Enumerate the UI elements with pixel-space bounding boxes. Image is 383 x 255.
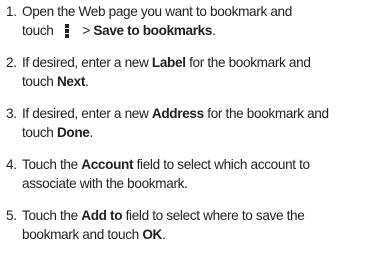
- step-text: If desired, enter a new Label for the bo…: [22, 55, 311, 70]
- ui-term: Account: [81, 157, 134, 172]
- step-text-line-2: associate with the bookmark.: [22, 176, 188, 191]
- step-number: 4.: [6, 157, 17, 172]
- step-text-line-2: touch Done.: [22, 125, 93, 140]
- instruction-list: 1. Open the Web page you want to bookmar…: [0, 0, 383, 255]
- ui-term: Address: [151, 106, 204, 121]
- ui-term: Done: [56, 125, 90, 140]
- step-text: Open the Web page you want to bookmark a…: [22, 4, 292, 19]
- step-number: 3.: [6, 106, 17, 121]
- ui-term: Next: [56, 74, 86, 89]
- step-text-line-2: touch Next.: [22, 74, 89, 89]
- menu-dots-icon: [61, 23, 75, 38]
- ui-term: OK: [142, 227, 163, 242]
- ui-term: Save to bookmarks: [93, 23, 213, 38]
- step-number: 5.: [6, 208, 17, 223]
- step-text-line-2: bookmark and touch OK.: [22, 227, 166, 242]
- ui-term: Label: [151, 55, 186, 70]
- step-text-line-2: touch > Save to bookmarks.: [22, 23, 216, 38]
- step-text: Touch the Account field to select which …: [22, 157, 310, 172]
- step-text: If desired, enter a new Address for the …: [22, 106, 329, 121]
- step-text: Touch the Add to field to select where t…: [22, 208, 305, 223]
- ui-term: Add to: [81, 208, 123, 223]
- step-number: 2.: [6, 55, 17, 70]
- step-number: 1.: [6, 4, 17, 19]
